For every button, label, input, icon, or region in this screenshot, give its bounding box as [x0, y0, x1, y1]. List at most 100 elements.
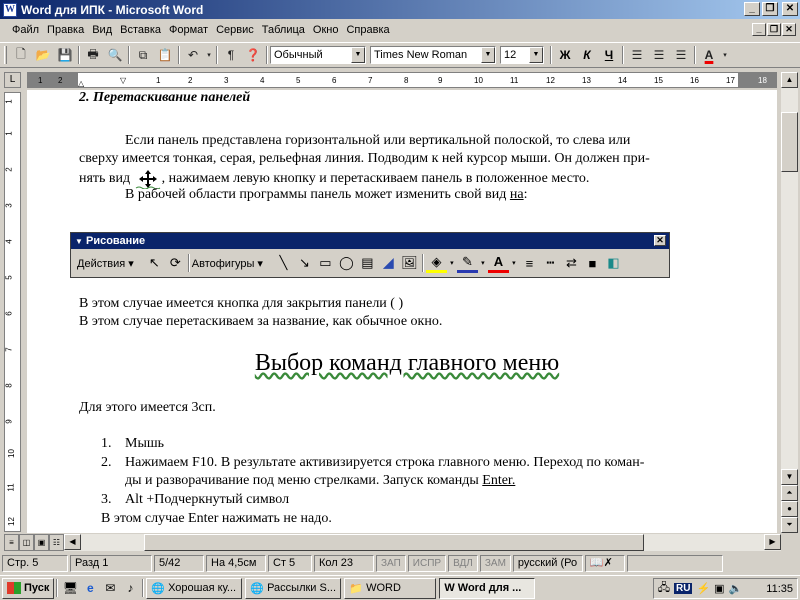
shadow-icon[interactable]: ■ [582, 253, 603, 273]
media-icon[interactable]: ♪ [120, 578, 140, 598]
menu-file[interactable]: Файл [12, 24, 39, 36]
show-marks-icon[interactable]: ¶ [220, 45, 242, 65]
rectangle-icon[interactable]: ▭ [315, 253, 336, 273]
chevron-down-icon[interactable]: ▾ [509, 253, 519, 273]
font-select[interactable]: Times New Roman ▼ [370, 46, 496, 64]
font-size-select[interactable]: 12 ▼ [500, 46, 544, 64]
task-button[interactable]: 🌐 Хорошая ку... [146, 577, 243, 599]
menu-window[interactable]: Окно [313, 24, 339, 36]
task-button[interactable]: 📁 WORD [344, 577, 437, 599]
page-layout-view-icon[interactable]: ▣ [34, 534, 49, 551]
drawing-toolbar-title[interactable]: ▼ Рисование ✕ [71, 233, 669, 249]
autoshapes-menu[interactable]: Автофигуры ▾ [192, 257, 263, 270]
undo-dropdown-icon[interactable]: ▾ [204, 45, 214, 65]
vertical-scrollbar[interactable]: ▲ ▼ ⏶ ● ⏷ [781, 72, 798, 533]
chevron-down-icon[interactable]: ▾ [447, 253, 457, 273]
vertical-scroll-thumb[interactable] [781, 112, 798, 172]
chevron-down-icon[interactable]: ▼ [351, 47, 365, 63]
start-button[interactable]: Пуск [2, 577, 55, 599]
print-icon[interactable]: 🖶 [82, 45, 104, 65]
restore-button[interactable]: ❐ [762, 2, 778, 16]
new-document-icon[interactable]: 🗋 [10, 45, 32, 65]
horizontal-scrollbar[interactable]: ≡ ◫ ▣ ☷ ◀ ▶ [4, 534, 781, 551]
justify-icon[interactable]: ☰ [670, 45, 692, 65]
line-style-icon[interactable]: ≡ [519, 253, 540, 273]
drawing-toolbar[interactable]: ▼ Рисование ✕ Действия ▾ ↖ ⟳ Автофигуры … [70, 232, 670, 278]
open-folder-icon[interactable]: 📂 [32, 45, 54, 65]
status-track[interactable]: ИСПР [407, 554, 447, 572]
menu-edit[interactable]: Правка [47, 24, 84, 36]
scroll-left-icon[interactable]: ◀ [64, 534, 81, 550]
scroll-down-icon[interactable]: ▼ [781, 469, 798, 485]
chevron-down-icon[interactable]: ▼ [75, 237, 83, 246]
volume-icon[interactable]: 🔈 [729, 582, 743, 595]
close-button[interactable]: ✕ [782, 2, 798, 16]
3d-icon[interactable]: ◧ [603, 253, 624, 273]
dash-style-icon[interactable]: ┅ [540, 253, 561, 273]
status-overtype[interactable]: ЗАМ [479, 554, 511, 572]
first-line-indent-marker[interactable]: ▽ [120, 76, 126, 85]
desktop-icon[interactable]: 🖥 [60, 578, 80, 598]
scroll-right-icon[interactable]: ▶ [764, 534, 781, 550]
language-indicator[interactable]: RU [674, 583, 693, 594]
menu-tools[interactable]: Сервис [216, 24, 254, 36]
chevron-down-icon[interactable]: ▼ [481, 47, 495, 63]
font-color-icon[interactable]: A [698, 45, 720, 65]
bold-button[interactable]: Ж [554, 48, 576, 62]
internet-explorer-icon[interactable]: e [80, 578, 100, 598]
line-color-icon[interactable]: ✎ [456, 253, 478, 273]
close-icon[interactable]: ✕ [654, 235, 666, 246]
help-icon[interactable]: ❓ [242, 45, 264, 65]
tray-app-icon[interactable]: ▣ [714, 582, 724, 595]
toolbar-grip[interactable] [4, 46, 7, 64]
menu-view[interactable]: Вид [92, 24, 112, 36]
document-page[interactable]: 2. Перетаскивание панелей Если панель пр… [27, 90, 777, 533]
actions-menu[interactable]: Действия ▾ [77, 257, 134, 270]
textbox-icon[interactable]: ▤ [357, 253, 378, 273]
font-color-dropdown-icon[interactable]: ▾ [720, 45, 730, 65]
antivirus-icon[interactable]: ⚡ [696, 582, 710, 595]
clipart-icon[interactable]: 🖼 [399, 253, 420, 273]
word-app-icon[interactable]: W [3, 2, 17, 17]
next-page-icon[interactable]: ⏷ [781, 517, 798, 533]
arrow-style-icon[interactable]: ⇄ [561, 253, 582, 273]
rotate-icon[interactable]: ⟳ [165, 253, 186, 273]
menu-table[interactable]: Таблица [262, 24, 305, 36]
status-language[interactable]: русский (Ро [512, 554, 583, 572]
print-preview-icon[interactable]: 🔍 [104, 45, 126, 65]
wordart-icon[interactable]: ◢ [378, 253, 399, 273]
normal-view-icon[interactable]: ≡ [4, 534, 19, 551]
menu-format[interactable]: Формат [169, 24, 208, 36]
style-select[interactable]: Обычный ▼ [270, 46, 366, 64]
doc-close-button[interactable]: ✕ [782, 23, 796, 36]
task-button-active[interactable]: W Word для ... [439, 577, 536, 599]
outline-view-icon[interactable]: ☷ [49, 534, 64, 551]
spelling-status-icon[interactable]: 📖✗ [584, 554, 625, 572]
font-color-icon[interactable]: A [487, 253, 509, 273]
scroll-up-icon[interactable]: ▲ [781, 72, 798, 88]
menu-insert[interactable]: Вставка [120, 24, 161, 36]
tab-selector[interactable]: L [4, 72, 21, 88]
undo-icon[interactable]: ↶ [182, 45, 204, 65]
browse-object-icon[interactable]: ● [781, 501, 798, 517]
network-icon[interactable]: 🖧 [658, 579, 670, 598]
align-left-icon[interactable]: ☰ [626, 45, 648, 65]
menu-help[interactable]: Справка [346, 24, 389, 36]
previous-page-icon[interactable]: ⏶ [781, 485, 798, 501]
doc-restore-button[interactable]: ❐ [767, 23, 781, 36]
paste-icon[interactable]: 📋 [154, 45, 176, 65]
web-view-icon[interactable]: ◫ [19, 534, 34, 551]
chevron-down-icon[interactable]: ▼ [529, 47, 543, 63]
minimize-button[interactable]: _ [744, 2, 760, 16]
outlook-icon[interactable]: ✉ [100, 578, 120, 598]
horizontal-ruler[interactable]: 1 2 ▽ △ 1 2 3 4 5 6 7 8 9 10 11 12 13 14… [27, 72, 777, 88]
select-pointer-icon[interactable]: ↖ [144, 253, 165, 273]
title-bar[interactable]: W Word для ИПК - Microsoft Word _ ❐ ✕ [0, 0, 800, 19]
status-extend[interactable]: ВДЛ [448, 554, 478, 572]
italic-button[interactable]: К [576, 48, 598, 62]
doc-minimize-button[interactable]: _ [752, 23, 766, 36]
horizontal-scroll-thumb[interactable] [144, 534, 644, 551]
underline-button[interactable]: Ч [598, 48, 620, 62]
arrow-icon[interactable]: ↘ [294, 253, 315, 273]
oval-icon[interactable]: ◯ [336, 253, 357, 273]
